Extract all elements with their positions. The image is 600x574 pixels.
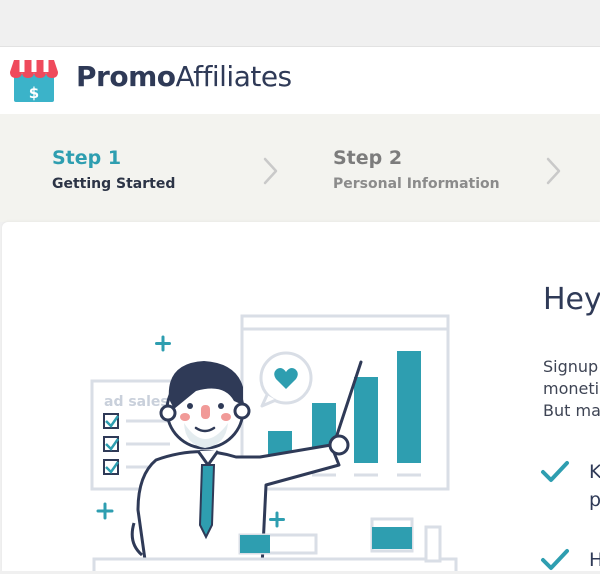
step-1-label: Getting Started [52, 176, 176, 192]
welcome-heading: Hey [543, 282, 600, 317]
brand-name-light: Affiliates [175, 60, 292, 93]
storefront-dollar-icon[interactable]: $ [8, 58, 60, 104]
checklist-item-text: H [589, 549, 600, 571]
step-2-number: Step 2 [333, 147, 403, 169]
browser-top-bar [0, 0, 600, 47]
chevron-right-icon [546, 157, 561, 185]
presenter-illustration: ad sales [90, 314, 458, 571]
chevron-right-icon [263, 157, 278, 185]
checklist-item-text: K p [589, 461, 600, 511]
board-text: ad sales [104, 394, 169, 410]
step-2[interactable]: Step 2 Personal Information [333, 146, 500, 193]
step-1-number: Step 1 [52, 147, 122, 169]
checkmark-icon [541, 461, 569, 482]
step-progress-bar: Step 1 Getting Started Step 2 Personal I… [0, 114, 600, 222]
step-1[interactable]: Step 1 Getting Started [52, 146, 175, 193]
checkmark-icon [541, 549, 569, 570]
brand-name-bold: Promo [76, 60, 176, 93]
dollar-symbol: $ [29, 84, 39, 102]
step-2-label: Personal Information [333, 176, 500, 192]
intro-paragraph: Signup moneti But ma [543, 357, 600, 420]
brand-name[interactable]: PromoAffiliates [76, 60, 292, 93]
